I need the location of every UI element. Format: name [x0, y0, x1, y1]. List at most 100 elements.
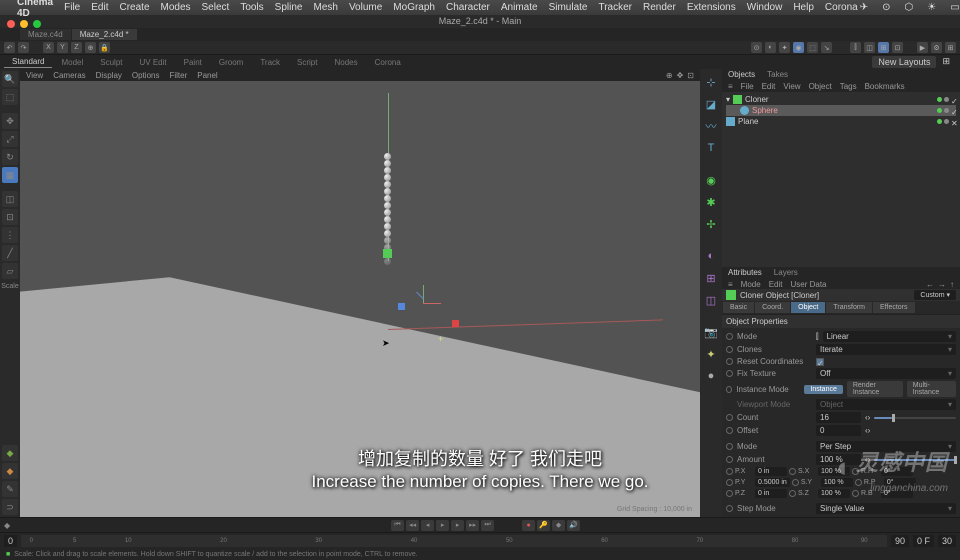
menu-extensions[interactable]: Extensions: [687, 2, 736, 13]
tool-icon[interactable]: ⊞: [878, 42, 889, 53]
current-frame[interactable]: 0 F: [913, 535, 934, 547]
layout-tab-standard[interactable]: Standard: [4, 56, 52, 68]
menu-tracker[interactable]: Tracker: [598, 2, 632, 13]
am-userdata[interactable]: User Data: [790, 280, 826, 289]
menu-tools[interactable]: Tools: [240, 2, 263, 13]
point-mode-tool[interactable]: ⋮: [2, 227, 18, 243]
snap-icon[interactable]: ↘: [821, 42, 832, 53]
layout-tab-uvedit[interactable]: UV Edit: [132, 57, 175, 68]
light-icon[interactable]: ✦: [702, 345, 720, 363]
menu-corona[interactable]: Corona: [825, 2, 858, 13]
layout-tab-groom[interactable]: Groom: [211, 57, 251, 68]
anim-dot[interactable]: [726, 456, 733, 463]
clones-dropdown[interactable]: Iterate: [816, 344, 956, 355]
deformer-icon[interactable]: ◐: [702, 247, 720, 265]
doc-tab[interactable]: Maze.c4d: [20, 29, 71, 40]
anim-dot[interactable]: [726, 346, 733, 353]
cloner-icon[interactable]: ✱: [702, 193, 720, 211]
axis-x-toggle[interactable]: X: [43, 42, 54, 53]
effector-icon[interactable]: ✢: [702, 215, 720, 233]
display-icon[interactable]: ☀: [927, 2, 936, 13]
tab-layers[interactable]: Layers: [768, 267, 804, 279]
stepper-icon[interactable]: ‹›: [865, 413, 870, 422]
next-frame-icon[interactable]: ▸: [451, 520, 464, 531]
offset-input[interactable]: 0: [816, 425, 861, 436]
null-icon[interactable]: ⊹: [702, 73, 720, 91]
anim-dot[interactable]: [726, 427, 733, 434]
maximize-icon[interactable]: [33, 20, 41, 28]
py-input[interactable]: 0.5000 in: [755, 478, 790, 487]
fixtex-dropdown[interactable]: Off: [816, 368, 956, 379]
nav-fwd-icon[interactable]: →: [938, 280, 946, 289]
render-icon[interactable]: ▶: [917, 42, 928, 53]
tree-item-cloner[interactable]: ▾ Cloner ✓: [726, 94, 956, 105]
sound-icon[interactable]: 🔊: [567, 520, 580, 531]
layout-tab-paint[interactable]: Paint: [176, 57, 210, 68]
axis-gizmo[interactable]: [415, 285, 439, 309]
menu-animate[interactable]: Animate: [501, 2, 538, 13]
tab-object[interactable]: Object: [791, 302, 825, 313]
lock-icon[interactable]: 🔒: [99, 42, 110, 53]
layout-tab-sculpt[interactable]: Sculpt: [92, 57, 130, 68]
om-object[interactable]: Object: [809, 82, 832, 91]
timeline-ruler[interactable]: 0510 203040 506070 8090: [21, 535, 887, 547]
anim-dot[interactable]: [726, 333, 733, 340]
field-icon[interactable]: ⊞: [702, 269, 720, 287]
multi-instance-btn[interactable]: Multi-Instance: [907, 381, 956, 397]
goto-start-icon[interactable]: ⏮: [391, 520, 404, 531]
coord-icon[interactable]: ⊕: [85, 42, 96, 53]
tool-icon[interactable]: ⫿: [850, 42, 861, 53]
texture-mode-tool[interactable]: ◫: [2, 191, 18, 207]
layout-tab-corona[interactable]: Corona: [367, 57, 409, 68]
tab-takes[interactable]: Takes: [761, 69, 794, 81]
anim-dot[interactable]: [726, 370, 733, 377]
px-input[interactable]: 0 in: [755, 467, 787, 476]
menu-help[interactable]: Help: [793, 2, 814, 13]
new-layouts-button[interactable]: New Layouts: [872, 56, 936, 68]
rotate-tool[interactable]: ↻: [2, 149, 18, 165]
instance-btn[interactable]: Instance: [804, 385, 842, 394]
anim-dot[interactable]: [726, 386, 732, 393]
magnet-tool[interactable]: ⊃: [2, 499, 18, 515]
menu-create[interactable]: Create: [119, 2, 149, 13]
keyframe-icon[interactable]: ◆: [4, 521, 10, 530]
fps-value[interactable]: 30: [938, 535, 956, 547]
record-icon[interactable]: ●: [522, 520, 535, 531]
anim-dot[interactable]: [726, 505, 733, 512]
tab-transform[interactable]: Transform: [826, 302, 872, 313]
text-icon[interactable]: T: [702, 139, 720, 157]
cube-icon[interactable]: ◪: [702, 95, 720, 113]
tool-icon[interactable]: ⊡: [892, 42, 903, 53]
play-icon[interactable]: ▸: [436, 520, 449, 531]
om-edit[interactable]: Edit: [762, 82, 776, 91]
autokey-icon[interactable]: 🔑: [537, 520, 550, 531]
menu-volume[interactable]: Volume: [349, 2, 382, 13]
viewport-nav-icon[interactable]: ⊕: [666, 71, 673, 80]
tree-item-sphere[interactable]: Sphere ✓: [726, 105, 956, 116]
barmenu-icon[interactable]: ≡: [728, 82, 733, 91]
snap-icon[interactable]: ✦: [779, 42, 790, 53]
anim-dot[interactable]: [726, 443, 733, 450]
key-icon[interactable]: ◆: [552, 520, 565, 531]
viewport-menu-cameras[interactable]: Cameras: [53, 71, 85, 80]
stepmode-dropdown[interactable]: Single Value: [816, 503, 956, 514]
x-handle[interactable]: [452, 320, 459, 327]
minimize-icon[interactable]: [20, 20, 28, 28]
snap-icon[interactable]: ◉: [793, 42, 804, 53]
menu-edit[interactable]: Edit: [91, 2, 108, 13]
prev-key-icon[interactable]: ◂◂: [406, 520, 419, 531]
undo-icon[interactable]: ↶: [4, 42, 15, 53]
layout-tab-nodes[interactable]: Nodes: [326, 57, 365, 68]
viewport-menu-options[interactable]: Options: [132, 71, 160, 80]
axis-z-toggle[interactable]: Z: [71, 42, 82, 53]
redo-icon[interactable]: ↷: [18, 42, 29, 53]
viewport-menu-filter[interactable]: Filter: [169, 71, 187, 80]
status-icon[interactable]: ✈: [860, 2, 868, 13]
tweak-tool[interactable]: ◆: [2, 463, 18, 479]
am-mode[interactable]: Mode: [741, 280, 761, 289]
barmenu-icon[interactable]: ≡: [728, 280, 733, 289]
generator-icon[interactable]: ◉: [702, 171, 720, 189]
am-edit[interactable]: Edit: [769, 280, 783, 289]
menu-modes[interactable]: Modes: [161, 2, 191, 13]
viewport-nav-icon[interactable]: ⊡: [687, 71, 694, 80]
